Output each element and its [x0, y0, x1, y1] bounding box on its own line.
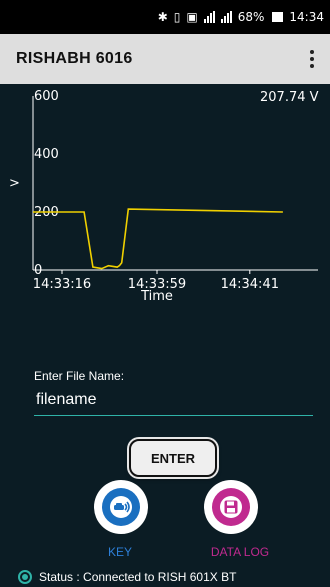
bluetooth-icon: ✱ [157, 10, 168, 24]
voltage-chart: 600 400 200 0 >14:33:16 14:33:59 14:34:41 Time … [0, 84, 330, 310]
y-tick-label: 0 [34, 263, 42, 278]
data-log-label: DATA LOG [210, 545, 270, 559]
y-axis-label: > [9, 176, 20, 191]
y-tick-label: 400 [34, 147, 59, 162]
key-button[interactable] [94, 480, 148, 534]
file-name-input[interactable] [34, 388, 313, 416]
connection-status: Status : Connected to RISH 601X BT [18, 568, 236, 586]
key-label: KEY [107, 545, 132, 559]
battery-icon [272, 12, 284, 22]
app-title: RISHABH 6016 [16, 50, 133, 67]
signal-icon-2 [220, 11, 232, 23]
data-log-button[interactable] [204, 480, 258, 534]
enter-button[interactable]: ENTER [129, 439, 217, 477]
radio-selected-icon [18, 570, 32, 584]
status-icons: ✱ ▯ ▣ 68% 14:34 [158, 10, 324, 24]
signal-icon [203, 11, 215, 23]
save-icon [212, 488, 250, 526]
x-tick-label: 14:33:16 [33, 277, 91, 292]
vibrate-icon: ▯ [173, 10, 181, 24]
x-axis-label: Time [140, 289, 173, 304]
series-line [33, 208, 283, 270]
chart-svg: 6004002000>14:33:16 14:33:59 14:34:41Time [9, 89, 318, 304]
chart-readout: 207.74 V [260, 90, 319, 105]
more-vert-icon[interactable] [302, 44, 322, 74]
status-text: Status : Connected to RISH 601X BT [39, 570, 237, 584]
clock: 14:34 [289, 10, 324, 24]
app-bar: RISHABH 6016 [0, 34, 330, 84]
battery-percent: 68% [237, 10, 265, 24]
system-status-bar: ✱ ▯ ▣ 68% 14:34 [0, 0, 330, 34]
sim-icon: ▣ [186, 10, 198, 24]
key-icon [102, 488, 140, 526]
x-tick-label: 14:34:41 [221, 277, 279, 292]
file-name-label: Enter File Name: [34, 369, 125, 383]
y-tick-label: 600 [34, 89, 59, 104]
